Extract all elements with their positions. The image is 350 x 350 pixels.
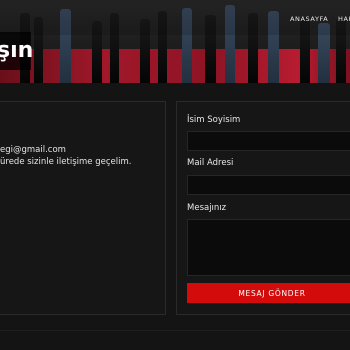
contact-message: ürede sizinle iletişime geçelim.	[0, 157, 132, 167]
nav-item-hakkimizda[interactable]: HAK	[338, 15, 350, 23]
name-input[interactable]	[187, 131, 350, 151]
message-label: Mesajınız	[187, 203, 227, 213]
top-navigation: ANASAYFA HAK	[0, 0, 350, 35]
red-carpet-image	[0, 49, 350, 83]
nav-item-anasayfa[interactable]: ANASAYFA	[290, 15, 328, 23]
message-textarea[interactable]	[187, 219, 350, 276]
page-title: şın	[0, 38, 34, 63]
contact-email[interactable]: egi@gmail.com	[0, 145, 66, 155]
footer-divider	[0, 330, 350, 331]
name-label: İsim Soyisim	[187, 115, 241, 125]
email-label: Mail Adresi	[187, 158, 234, 168]
send-message-button[interactable]: MESAJ GÖNDER	[187, 283, 350, 303]
header-banner: ANASAYFA HAK şın	[0, 0, 350, 83]
contact-info-panel	[0, 101, 166, 315]
email-input[interactable]	[187, 175, 350, 195]
